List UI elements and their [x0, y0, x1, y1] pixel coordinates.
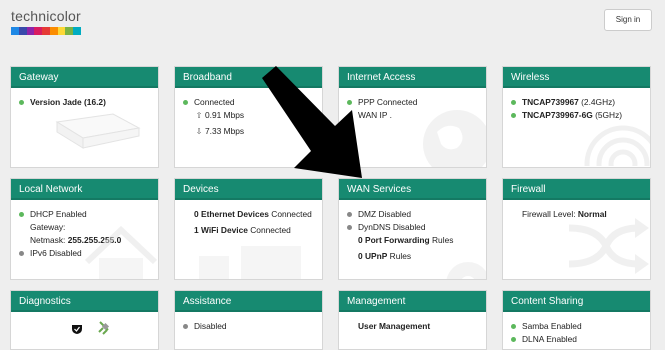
download-arrow-icon: ⇩: [195, 127, 203, 136]
dhcp-status: DHCP Enabled: [30, 209, 87, 219]
ethernet-devices-suffix: Connected: [271, 209, 312, 219]
assistance-status: Disabled: [194, 321, 227, 331]
gateway-version: Version Jade (16.2): [30, 97, 106, 107]
dlna-status: DLNA Enabled: [522, 334, 577, 344]
dyndns-status: DynDNS Disabled: [358, 222, 426, 232]
status-off-icon: [347, 212, 352, 217]
brand-logo-text: technicolor: [11, 8, 81, 24]
wifi-devices-count: 1 WiFi Device: [194, 225, 248, 235]
status-off-icon: [347, 225, 352, 230]
logo-stripe-segment: [49, 27, 58, 35]
card-title[interactable]: Gateway: [11, 67, 158, 88]
card-title[interactable]: Devices: [175, 179, 322, 200]
top-header: technicolor Sign in: [0, 0, 665, 52]
card-devices[interactable]: Devices 0 Ethernet Devices Connected 1 W…: [174, 178, 323, 280]
card-title[interactable]: Local Network: [11, 179, 158, 200]
card-management[interactable]: Management User Management: [338, 290, 487, 350]
logo-stripe-segment: [65, 27, 74, 35]
status-on-icon: [183, 100, 188, 105]
logo-stripe-segment: [18, 27, 27, 35]
status-on-icon: [347, 100, 352, 105]
shield-check-icon: [72, 325, 82, 334]
upnp-suffix: Rules: [389, 251, 412, 261]
logo-stripe-segment: [34, 27, 43, 35]
gateway-label: Gateway:: [30, 222, 66, 232]
card-assistance[interactable]: Assistance Disabled: [174, 290, 323, 350]
dmz-status: DMZ Disabled: [358, 209, 412, 219]
card-local-network[interactable]: Local Network DHCP Enabled Gateway: Netm…: [10, 178, 159, 280]
ipv6-status: IPv6 Disabled: [30, 248, 82, 258]
upload-arrow-icon: ⇧: [195, 111, 203, 120]
logo-stripe-segment: [26, 27, 35, 35]
internet-status: PPP Connected: [358, 97, 418, 107]
sign-in-button[interactable]: Sign in: [604, 9, 652, 31]
status-on-icon: [19, 212, 24, 217]
upnp-count: 0 UPnP: [358, 251, 388, 261]
card-firewall[interactable]: Firewall Firewall Level: Normal: [502, 178, 651, 280]
card-broadband[interactable]: Broadband Connected ⇧ 0.91 Mbps ⇩ 7.33 M…: [174, 66, 323, 168]
card-title[interactable]: WAN Services: [339, 179, 486, 200]
card-wireless[interactable]: Wireless TNCAP739967 (2.4GHz) TNCAP73996…: [502, 66, 651, 168]
netmask-label: Netmask:: [30, 235, 66, 245]
home-icon: [84, 225, 158, 279]
wifi-devices-suffix: Connected: [250, 225, 291, 235]
card-title[interactable]: Wireless: [503, 67, 650, 88]
card-internet-access[interactable]: Internet Access PPP Connected WAN IP .: [338, 66, 487, 168]
logo-stripe-segment: [73, 27, 82, 35]
brand-logo-stripe: [11, 27, 82, 35]
status-off-icon: [19, 251, 24, 256]
plug-icon: [98, 321, 110, 335]
status-on-icon: [511, 113, 516, 118]
port-forwarding-suffix: Rules: [432, 235, 454, 245]
card-wan-services[interactable]: WAN Services DMZ Disabled DynDNS Disable…: [338, 178, 487, 280]
card-title[interactable]: Content Sharing: [503, 291, 650, 312]
card-title[interactable]: Internet Access: [339, 67, 486, 88]
user-management-link[interactable]: User Management: [358, 320, 430, 333]
globe-icon: [423, 110, 486, 167]
router-icon: [55, 113, 141, 149]
status-off-icon: [183, 324, 188, 329]
port-forwarding-count: 0 Port Forwarding: [358, 235, 430, 245]
status-on-icon: [511, 337, 516, 342]
card-title[interactable]: Management: [339, 291, 486, 312]
gear-icon: [446, 262, 486, 279]
shuffle-arrows-icon: [568, 218, 649, 274]
logo-stripe-segment: [57, 27, 66, 35]
card-gateway[interactable]: Gateway Version Jade (16.2): [10, 66, 159, 168]
logo-stripe-segment: [11, 27, 19, 35]
status-on-icon: [19, 100, 24, 105]
devices-icon: [199, 246, 301, 279]
card-title[interactable]: Broadband: [175, 67, 322, 88]
ethernet-devices-count: 0 Ethernet Devices: [194, 209, 269, 219]
wifi-band-24: (2.4GHz): [581, 97, 616, 107]
card-content-sharing[interactable]: Content Sharing Samba Enabled DLNA Enabl…: [502, 290, 651, 350]
card-title[interactable]: Diagnostics: [11, 291, 158, 312]
status-on-icon: [511, 324, 516, 329]
card-diagnostics[interactable]: Diagnostics: [10, 290, 159, 350]
broadband-status: Connected: [194, 97, 235, 107]
broadband-download: 7.33 Mbps: [205, 126, 245, 136]
wan-ip: WAN IP .: [358, 110, 392, 120]
wifi-signal-icon: [584, 125, 650, 166]
logo-stripe-segment: [42, 27, 50, 35]
card-title[interactable]: Firewall: [503, 179, 650, 200]
wifi-ssid-24: TNCAP739967: [522, 97, 579, 107]
status-on-icon: [511, 100, 516, 105]
samba-status: Samba Enabled: [522, 321, 582, 331]
card-title[interactable]: Assistance: [175, 291, 322, 312]
broadband-upload: 0.91 Mbps: [205, 110, 245, 120]
